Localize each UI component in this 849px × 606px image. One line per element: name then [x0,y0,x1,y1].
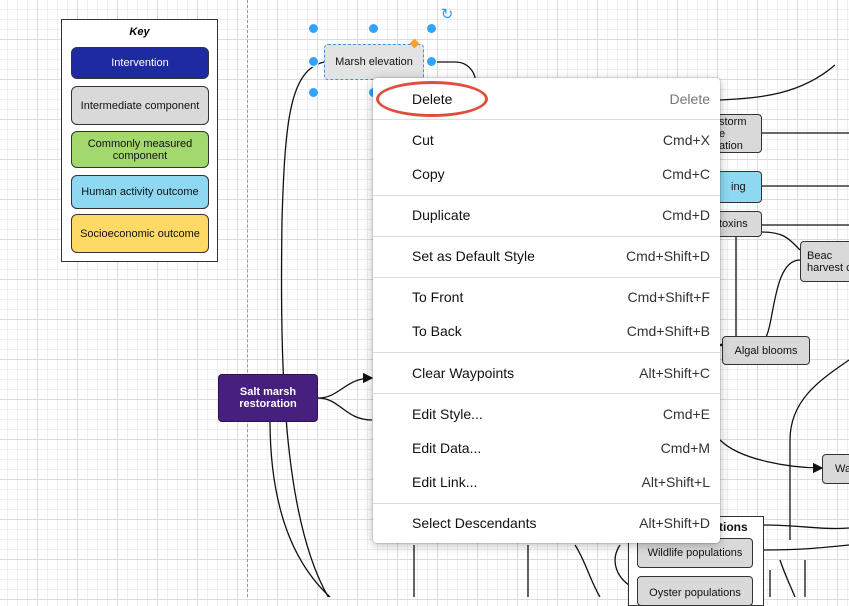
menu-separator [373,393,720,394]
context-menu[interactable]: Delete Delete Cut Cmd+X Copy Cmd+C Dupli… [373,78,720,543]
menu-item-to-front[interactable]: To Front Cmd+Shift+F [373,280,720,314]
menu-item-shortcut: Cmd+E [662,406,710,422]
menu-item-clear-waypoints[interactable]: Clear Waypoints Alt+Shift+C [373,356,720,390]
menu-item-shortcut: Alt+Shift+L [641,474,711,490]
menu-item-label: Edit Data... [412,440,482,456]
menu-item-shortcut: Delete [669,91,710,107]
menu-item-select-descendants[interactable]: Select Descendants Alt+Shift+D [373,506,720,540]
menu-item-label: Duplicate [412,207,471,223]
menu-item-label: Cut [412,132,434,148]
menu-separator [373,277,720,278]
menu-item-shortcut: Cmd+D [662,207,710,223]
menu-item-edit-data[interactable]: Edit Data... Cmd+M [373,431,720,465]
node-algal-blooms[interactable]: Algal blooms [722,336,810,365]
menu-item-edit-link[interactable]: Edit Link... Alt+Shift+L [373,465,720,499]
diagram-canvas[interactable]: Key Intervention Intermediate component … [0,0,849,606]
highlight-circle [376,81,488,117]
menu-item-shortcut: Cmd+Shift+B [626,323,710,339]
menu-item-set-default-style[interactable]: Set as Default Style Cmd+Shift+D [373,239,720,273]
legend-item-intervention[interactable]: Intervention [71,47,209,79]
node-beach-harvest[interactable]: Beac harvest c [800,241,849,282]
legend-title: Key [129,26,150,38]
resize-handle-ne[interactable] [427,24,436,33]
menu-separator [373,236,720,237]
menu-item-label: To Back [412,323,462,339]
menu-item-label: Set as Default Style [412,248,535,264]
rotate-icon[interactable]: ↻ [439,7,455,23]
menu-item-duplicate[interactable]: Duplicate Cmd+D [373,198,720,232]
node-oyster-populations[interactable]: Oyster populations [637,576,753,606]
menu-item-cut[interactable]: Cut Cmd+X [373,123,720,157]
menu-separator [373,503,720,504]
resize-handle-sw[interactable] [309,88,318,97]
resize-handle-w[interactable] [309,57,318,66]
group-title: tions [719,520,748,534]
menu-item-shortcut: Cmd+M [660,440,710,456]
menu-item-shortcut: Cmd+Shift+D [625,248,710,264]
node-wa[interactable]: Wa [822,454,849,484]
menu-item-label: Edit Link... [412,474,478,490]
menu-item-shortcut: Cmd+C [662,166,710,182]
menu-item-shortcut: Alt+Shift+D [639,515,710,531]
legend-item-socioeconomic[interactable]: Socioeconomic outcome [71,214,209,253]
legend-item-commonly-measured[interactable]: Commonly measured component [71,131,209,168]
menu-item-edit-style[interactable]: Edit Style... Cmd+E [373,397,720,431]
menu-item-label: Clear Waypoints [412,365,515,381]
resize-handle-nw[interactable] [309,24,318,33]
menu-item-to-back[interactable]: To Back Cmd+Shift+B [373,314,720,348]
menu-separator [373,195,720,196]
legend-key[interactable]: Key Intervention Intermediate component … [61,19,218,262]
menu-item-shortcut: Alt+Shift+C [639,365,710,381]
menu-item-label: Copy [412,166,445,182]
menu-item-label: Select Descendants [412,515,537,531]
menu-separator [373,119,720,120]
menu-item-shortcut: Cmd+Shift+F [627,289,710,305]
legend-item-intermediate[interactable]: Intermediate component [71,86,209,125]
menu-item-label: Edit Style... [412,406,483,422]
menu-separator [373,352,720,353]
legend-item-human-activity[interactable]: Human activity outcome [71,175,209,209]
node-salt-marsh-restoration[interactable]: Salt marsh restoration [218,374,318,422]
resize-handle-e[interactable] [427,57,436,66]
menu-item-shortcut: Cmd+X [662,132,710,148]
node-marsh-elevation[interactable]: Marsh elevation [324,44,424,80]
resize-handle-n[interactable] [369,24,378,33]
menu-item-label: To Front [412,289,464,305]
menu-item-copy[interactable]: Copy Cmd+C [373,157,720,191]
